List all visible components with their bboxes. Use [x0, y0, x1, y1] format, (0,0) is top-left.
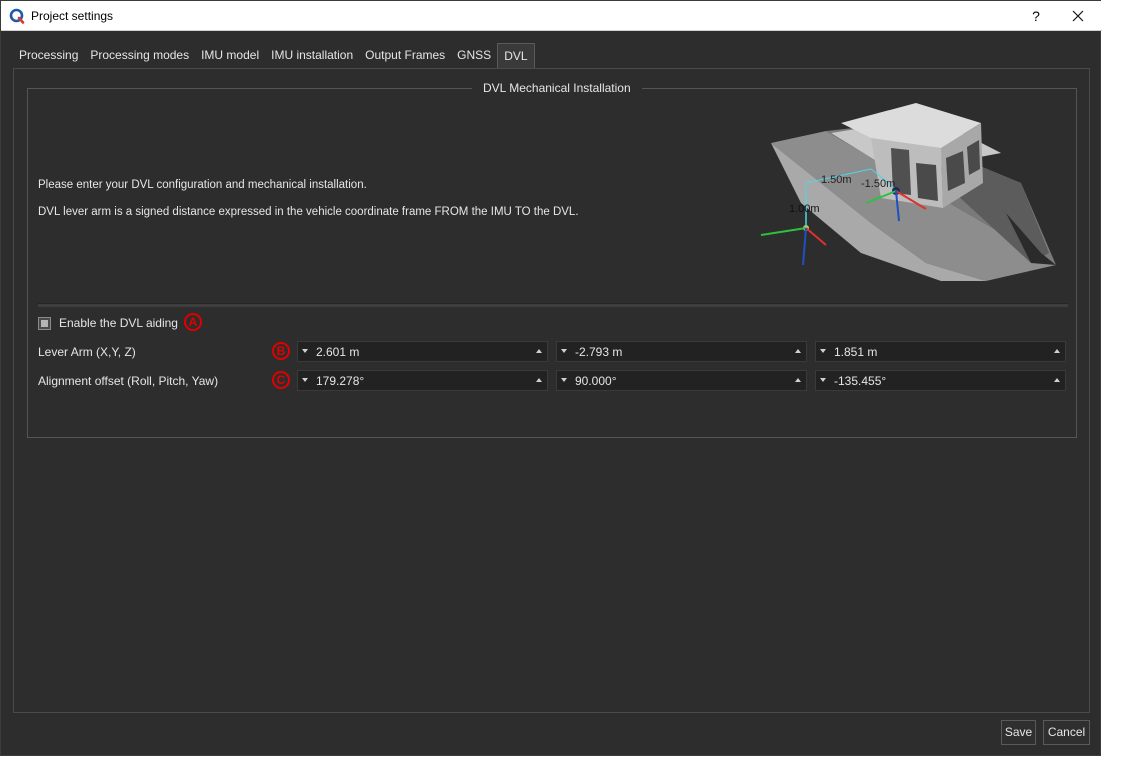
- close-icon[interactable]: [1067, 5, 1089, 27]
- decrement-arrow-icon[interactable]: [302, 349, 308, 353]
- alignment-offset-label: Alignment offset (Roll, Pitch, Yaw): [38, 374, 219, 388]
- boat-illustration: 1.50m -1.50m 1.00m: [760, 103, 1056, 281]
- increment-arrow-icon[interactable]: [795, 378, 801, 382]
- lever-arm-x-value: 2.601 m: [316, 345, 360, 359]
- tab-imu-model[interactable]: IMU model: [195, 43, 265, 68]
- window-title: Project settings: [31, 9, 114, 23]
- app-logo-icon: [9, 8, 25, 24]
- alignment-roll-spinbox[interactable]: 179.278°: [297, 370, 548, 391]
- alignment-yaw-value: -135.455°: [834, 374, 887, 388]
- alignment-pitch-value: 90.000°: [575, 374, 617, 388]
- dvl-tab-panel: DVL Mechanical Installation Please enter…: [13, 68, 1090, 713]
- alignment-roll-value: 179.278°: [316, 374, 365, 388]
- tab-imu-installation[interactable]: IMU installation: [265, 43, 359, 68]
- decrement-arrow-icon[interactable]: [820, 378, 826, 382]
- illustration-label-x: 1.50m: [821, 174, 852, 186]
- tab-bar: Processing Processing modes IMU model IM…: [13, 43, 535, 68]
- increment-arrow-icon[interactable]: [1054, 378, 1060, 382]
- increment-arrow-icon[interactable]: [1054, 349, 1060, 353]
- intro-text-lever-arm: DVL lever arm is a signed distance expre…: [38, 206, 579, 218]
- tab-gnss[interactable]: GNSS: [451, 43, 497, 68]
- callout-marker-a: A: [184, 313, 202, 331]
- enable-dvl-checkbox[interactable]: [38, 316, 51, 330]
- tab-processing-modes[interactable]: Processing modes: [84, 43, 195, 68]
- lever-arm-y-spinbox[interactable]: -2.793 m: [556, 341, 807, 362]
- title-bar: Project settings ?: [1, 1, 1102, 31]
- callout-marker-c: C: [272, 371, 290, 389]
- enable-dvl-row: Enable the DVL aiding: [38, 314, 178, 332]
- increment-arrow-icon[interactable]: [536, 378, 542, 382]
- tab-dvl[interactable]: DVL: [497, 43, 535, 68]
- increment-arrow-icon[interactable]: [795, 349, 801, 353]
- intro-text-configuration: Please enter your DVL configuration and …: [38, 179, 367, 191]
- alignment-pitch-spinbox[interactable]: 90.000°: [556, 370, 807, 391]
- lever-arm-label: Lever Arm (X,Y, Z): [38, 345, 136, 359]
- group-title: DVL Mechanical Installation: [472, 81, 642, 95]
- lever-arm-y-value: -2.793 m: [575, 345, 623, 359]
- decrement-arrow-icon[interactable]: [561, 378, 567, 382]
- lever-arm-x-spinbox[interactable]: 2.601 m: [297, 341, 548, 362]
- tab-output-frames[interactable]: Output Frames: [359, 43, 451, 68]
- decrement-arrow-icon[interactable]: [561, 349, 567, 353]
- help-button[interactable]: ?: [1025, 5, 1047, 27]
- increment-arrow-icon[interactable]: [536, 349, 542, 353]
- lever-arm-z-spinbox[interactable]: 1.851 m: [815, 341, 1066, 362]
- save-button[interactable]: Save: [1001, 720, 1036, 745]
- alignment-yaw-spinbox[interactable]: -135.455°: [815, 370, 1066, 391]
- decrement-arrow-icon[interactable]: [302, 378, 308, 382]
- illustration-label-y: -1.50m: [861, 178, 895, 190]
- illustration-label-z: 1.00m: [789, 203, 820, 215]
- project-settings-dialog: Project settings ? Processing Processing…: [0, 0, 1102, 756]
- cancel-button[interactable]: Cancel: [1043, 720, 1090, 745]
- decrement-arrow-icon[interactable]: [820, 349, 826, 353]
- lever-arm-z-value: 1.851 m: [834, 345, 878, 359]
- callout-marker-b: B: [272, 342, 290, 360]
- section-separator: [38, 303, 1068, 307]
- tab-processing[interactable]: Processing: [13, 43, 84, 68]
- dvl-mechanical-installation-group: DVL Mechanical Installation Please enter…: [27, 81, 1077, 438]
- enable-dvl-label: Enable the DVL aiding: [59, 316, 178, 330]
